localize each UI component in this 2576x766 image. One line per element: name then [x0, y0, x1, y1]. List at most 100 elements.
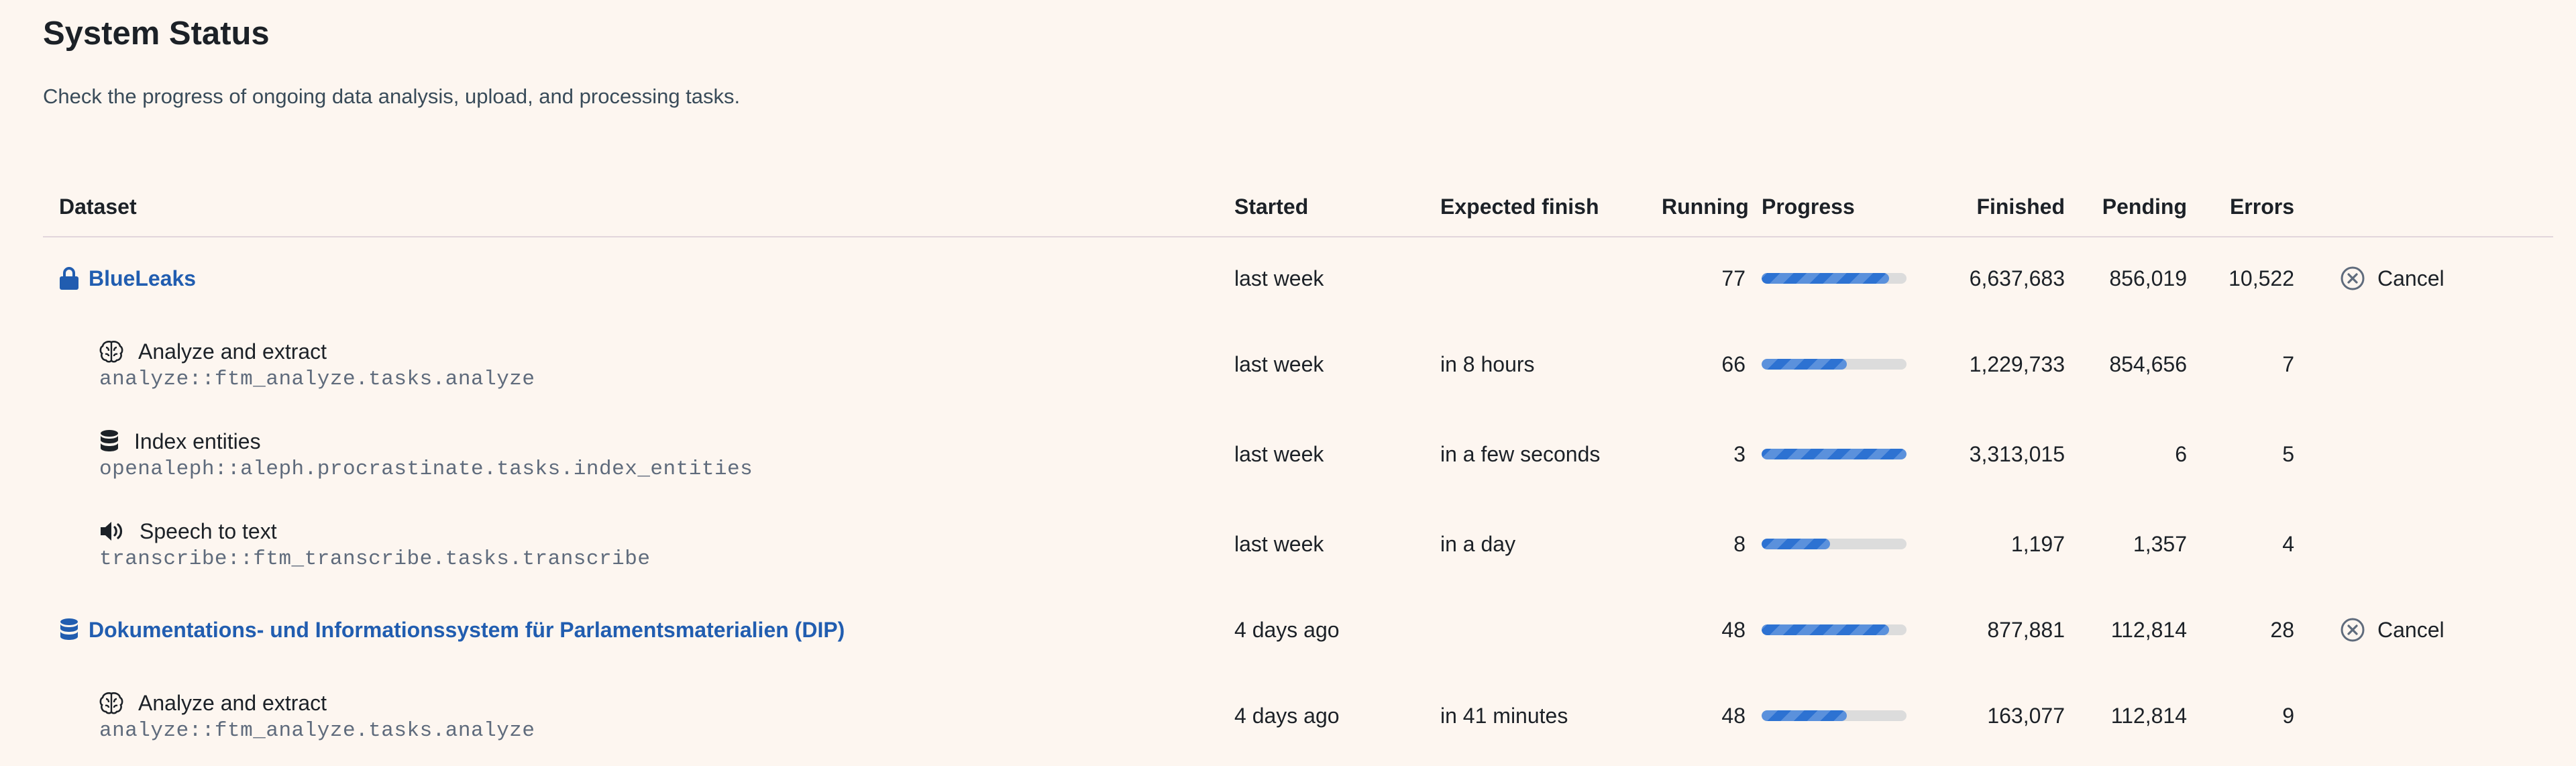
cancel-icon: [2340, 617, 2365, 643]
pending-cell: 856,019: [2109, 266, 2187, 290]
brain-icon: [99, 339, 123, 364]
cancel-label[interactable]: Cancel: [2377, 266, 2445, 291]
pending-cell: 112,814: [2110, 617, 2187, 642]
status-table: Dataset Started Expected finish Running …: [43, 177, 2553, 761]
action-cell: [2294, 671, 2553, 761]
started-cell: last week: [1234, 351, 1324, 376]
task-code: analyze::ftm_analyze.tasks.analyze: [99, 367, 535, 391]
running-cell: 77: [1721, 266, 1746, 290]
errors-cell: 10,522: [2229, 266, 2294, 290]
started-cell: 4 days ago: [1234, 703, 1340, 728]
cancel-label[interactable]: Cancel: [2377, 618, 2445, 643]
finished-cell: 877,881: [1987, 617, 2065, 642]
action-cell: [2294, 319, 2553, 409]
progress-cell: [1746, 671, 1925, 761]
header-dataset: Dataset: [43, 177, 1218, 237]
finished-cell: 3,313,015: [1969, 441, 2065, 466]
dataset-cell: Speech to texttranscribe::ftm_transcribe…: [43, 499, 1218, 589]
expected-finish-cell: [1424, 589, 1646, 671]
task-code: transcribe::ftm_transcribe.tasks.transcr…: [99, 547, 651, 571]
progress-cell: [1746, 237, 1925, 319]
running-cell: 8: [1733, 531, 1746, 556]
page-title: System Status: [43, 15, 270, 52]
progress-bar: [1762, 449, 1907, 459]
started-cell: 4 days ago: [1234, 617, 1340, 642]
expected-finish-cell: in a day: [1440, 531, 1516, 556]
action-cell: Cancel: [2294, 237, 2553, 319]
task-name: Speech to text: [140, 518, 277, 543]
progress-bar-fill: [1762, 273, 1890, 284]
header-errors: Errors: [2187, 177, 2294, 237]
progress-bar: [1762, 624, 1907, 635]
errors-cell: 5: [2282, 441, 2294, 466]
collection-name[interactable]: BlueLeaks: [89, 266, 196, 291]
errors-cell: 28: [2270, 617, 2294, 642]
expected-finish-cell: in 8 hours: [1440, 351, 1535, 376]
progress-bar-fill: [1762, 359, 1847, 370]
progress-cell: [1746, 319, 1925, 409]
expected-finish-cell: in a few seconds: [1440, 441, 1601, 466]
dataset-cell: Analyze and extractanalyze::ftm_analyze.…: [43, 671, 1218, 761]
finished-cell: 1,197: [2010, 531, 2065, 556]
action-cell: [2294, 409, 2553, 499]
action-cell: Cancel: [2294, 589, 2553, 671]
progress-bar-fill: [1762, 624, 1890, 635]
cancel-icon: [2340, 266, 2365, 291]
task-code: analyze::ftm_analyze.tasks.analyze: [99, 718, 535, 743]
task-name: Analyze and extract: [138, 339, 327, 364]
collection-row: BlueLeaks last week 77 6,637,683 856,019 10,5…: [43, 237, 2553, 319]
started-cell: last week: [1234, 266, 1324, 290]
header-progress: Progress: [1746, 177, 1925, 237]
progress-bar: [1762, 273, 1907, 284]
task-name: Analyze and extract: [138, 690, 327, 715]
system-status-page: System Status Check the progress of ongo…: [0, 0, 2576, 766]
brain-icon: [99, 691, 123, 715]
pending-cell: 6: [2175, 441, 2187, 466]
expected-finish-cell: in 41 minutes: [1440, 703, 1568, 728]
dataset-cell: BlueLeaks: [43, 237, 1218, 319]
table-header-row: Dataset Started Expected finish Running …: [43, 177, 2553, 237]
header-expected-finish: Expected finish: [1424, 177, 1646, 237]
expected-finish-cell: [1424, 237, 1646, 319]
progress-cell: [1746, 589, 1925, 671]
header-pending: Pending: [2065, 177, 2187, 237]
progress-bar: [1762, 359, 1907, 370]
progress-bar-fill: [1762, 710, 1847, 721]
running-cell: 48: [1721, 703, 1746, 728]
dataset-cell: Dokumentations- und Informationssystem f…: [43, 589, 1218, 671]
errors-cell: 9: [2282, 703, 2294, 728]
finished-cell: 163,077: [1987, 703, 2065, 728]
task-code: openaleph::aleph.procrastinate.tasks.ind…: [99, 457, 753, 481]
task-row: Analyze and extractanalyze::ftm_analyze.…: [43, 319, 2553, 409]
dataset-cell: Analyze and extractanalyze::ftm_analyze.…: [43, 319, 1218, 409]
running-cell: 66: [1721, 351, 1746, 376]
task-row: Index entities openaleph::aleph.procrasti…: [43, 409, 2553, 499]
pending-cell: 112,814: [2110, 703, 2187, 728]
errors-cell: 4: [2282, 531, 2294, 556]
errors-cell: 7: [2282, 351, 2294, 376]
collection-link[interactable]: BlueLeaks: [59, 266, 1218, 291]
finished-cell: 6,637,683: [1969, 266, 2065, 290]
running-cell: 3: [1733, 441, 1746, 466]
progress-bar-fill: [1762, 539, 1830, 549]
header-started: Started: [1218, 177, 1424, 237]
collection-link[interactable]: Dokumentations- und Informationssystem f…: [59, 618, 1218, 643]
pending-cell: 1,357: [2133, 531, 2187, 556]
page-subtitle: Check the progress of ongoing data analy…: [43, 85, 741, 108]
cancel-button[interactable]: Cancel: [2310, 617, 2553, 643]
task-row: Analyze and extractanalyze::ftm_analyze.…: [43, 671, 2553, 761]
progress-bar: [1762, 539, 1907, 549]
progress-cell: [1746, 499, 1925, 589]
header-finished: Finished: [1925, 177, 2065, 237]
progress-bar: [1762, 710, 1907, 721]
pending-cell: 854,656: [2109, 351, 2187, 376]
task-row: Speech to texttranscribe::ftm_transcribe…: [43, 499, 2553, 589]
collection-row: Dokumentations- und Informationssystem f…: [43, 589, 2553, 671]
collection-name[interactable]: Dokumentations- und Informationssystem f…: [89, 618, 845, 643]
volume-icon: [99, 521, 125, 542]
running-cell: 48: [1721, 617, 1746, 642]
dataset-cell: Index entities openaleph::aleph.procrasti…: [43, 409, 1218, 499]
finished-cell: 1,229,733: [1969, 351, 2065, 376]
cancel-button[interactable]: Cancel: [2310, 266, 2553, 291]
database-icon: [59, 618, 79, 642]
